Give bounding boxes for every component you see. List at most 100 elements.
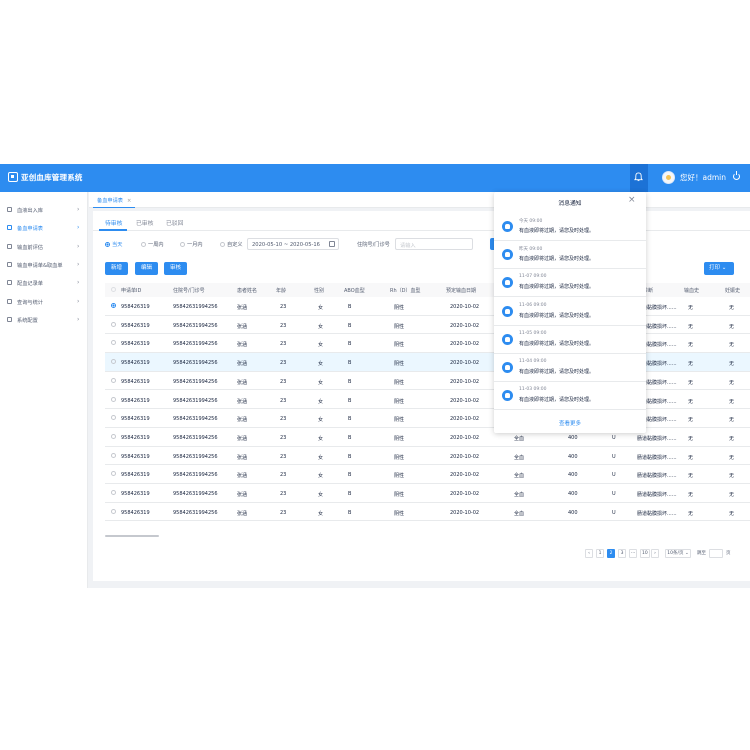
table-cell: 23 (280, 322, 287, 329)
table-cell: 无 (729, 417, 735, 424)
database-icon (7, 207, 12, 212)
row-select-radio[interactable] (111, 415, 116, 421)
row-select-radio[interactable] (111, 303, 116, 308)
column-header: 输血史 (684, 288, 700, 294)
notification-item[interactable]: 11-06 09:00 有血液即将过期，请您及时处理。 (494, 298, 646, 326)
row-select-radio[interactable] (111, 452, 116, 458)
chevron-right-icon: › (77, 260, 80, 268)
table-row[interactable]: 958426319 95842631994256 张涵 23 女 B 阴性 2020-10-0… (105, 484, 750, 503)
tab-pending[interactable]: 待审核 (105, 218, 122, 227)
calendar-icon[interactable] (329, 241, 335, 247)
sidebar-item[interactable]: 查询与统计 › (0, 293, 88, 311)
sidebar-item[interactable]: 备血申请表 › (0, 219, 88, 237)
table-cell: 2020-10-02 (450, 453, 480, 460)
page-3[interactable]: 3 (618, 549, 626, 558)
page-ellipsis[interactable]: ··· (629, 549, 638, 558)
inpatient-input[interactable]: 请输入 (395, 238, 473, 250)
print-button[interactable]: 打印 ⌄ (704, 262, 734, 275)
row-select-radio[interactable] (111, 340, 116, 346)
table-cell: 2020-10-02 (450, 472, 480, 479)
avatar[interactable] (662, 171, 675, 184)
table-row[interactable]: 958426319 95842631994256 张涵 23 女 B 阴性 2020-10-0… (105, 465, 750, 484)
sidebar-item[interactable]: 系统配置 › (0, 311, 88, 329)
view-more-link[interactable]: 查看更多 (494, 419, 646, 427)
page-1[interactable]: 1 (596, 549, 604, 558)
notification-item[interactable]: 今天 09:00 有血液即将过期，请您及时处理。 (494, 213, 646, 241)
main-panel: 待审核 已审核 已驳回 当天 一周内 一月内 自定义 2020-05-10 ~ … (93, 211, 750, 581)
notification-item[interactable]: 昨天 09:00 有血液即将过期，请您及时处理。 (494, 241, 646, 270)
data-table: 申请单ID 住院号/门诊号 患者姓名 年龄 性别 ABO血型 Rh（D）血型 预定输血日期 输血… (105, 283, 750, 533)
sidebar-item[interactable]: 配血记录单 › (0, 274, 88, 292)
table-cell: 2020-10-02 (450, 416, 480, 423)
table-cell: 肠道黏膜损坏...... (637, 473, 677, 480)
table-cell: 无 (729, 305, 735, 311)
table-cell: 女 (318, 361, 324, 368)
row-select-radio[interactable] (111, 396, 116, 402)
range-month-radio[interactable]: 一月内 (180, 241, 203, 248)
table-cell: 23 (280, 434, 287, 441)
table-row[interactable]: 958426319 95842631994256 张涵 23 女 B 阴性 2020-10-0… (105, 316, 750, 335)
page-tab-blood-prep[interactable]: 备血申请表 × (93, 194, 136, 208)
table-row[interactable]: 958426319 95842631994256 张涵 23 女 B 阴性 2020-10-0… (105, 428, 750, 447)
table-row[interactable]: 958426319 95842631994256 张涵 23 女 B 阴性 2020-10-0… (105, 447, 750, 466)
notification-item[interactable]: 11-07 09:00 有血液即将过期，请您及时处理。 (494, 269, 646, 298)
review-button[interactable]: 审核 (164, 262, 187, 275)
range-today-radio[interactable]: 当天 (105, 241, 122, 248)
page-size-select[interactable]: 10条/页 ⌄ (665, 549, 691, 558)
next-page-button[interactable]: › (651, 549, 659, 558)
page-10[interactable]: 10 (640, 549, 650, 558)
table-row[interactable]: 958426319 9584263199425​6 张涵 23 女 B 阴性 2020-10-… (105, 297, 750, 316)
row-select-radio[interactable] (111, 377, 116, 383)
user-greeting[interactable]: 您好！admin (680, 172, 726, 183)
table-cell: 95842631994256 (173, 491, 218, 497)
table-cell: 阴性 (394, 435, 405, 442)
table-cell: 女 (318, 435, 324, 442)
horizontal-scrollbar[interactable] (105, 535, 159, 537)
table-row[interactable]: 958426319 95842631994256 张涵 23 女 B 阴性 2020-10-0… (105, 372, 750, 391)
select-all-radio[interactable] (111, 287, 116, 292)
document-icon (7, 261, 12, 267)
table-row[interactable]: 958426319 95842631994256 张涵 23 女 B 阴性 2020-10-0… (105, 391, 750, 410)
add-button[interactable]: 新增 (105, 262, 128, 275)
notification-item[interactable]: 11-04 09:00 有血液即将过期，请您及时处理。 (494, 354, 646, 382)
range-week-radio[interactable]: 一周内 (141, 241, 164, 248)
edit-button[interactable]: 编辑 (135, 262, 158, 275)
page-2[interactable]: 2 (607, 549, 615, 558)
close-icon[interactable]: × (127, 198, 131, 204)
close-icon[interactable]: × (628, 195, 636, 205)
row-select-radio[interactable] (111, 359, 116, 365)
sidebar-item[interactable]: 血液出入库 › (0, 201, 88, 219)
table-cell: 无 (729, 473, 735, 480)
tab-rejected[interactable]: 已驳回 (166, 218, 183, 227)
table-row[interactable]: 958426319 95842631994256 张涵 23 女 B 阴性 2020-10-0… (105, 334, 750, 354)
tab-approved[interactable]: 已审核 (136, 218, 153, 227)
sidebar-item[interactable]: 输血申请单&取血单 › (0, 256, 88, 274)
prev-page-button[interactable]: ‹ (585, 549, 593, 558)
table-row[interactable]: 958426319 95842631994256 张涵 23 女 B 阴性 2020-10-0… (105, 353, 750, 372)
row-select-radio[interactable] (111, 321, 116, 327)
bell-icon[interactable] (634, 172, 643, 182)
range-custom-radio[interactable]: 自定义 (220, 241, 243, 248)
table-cell: 女 (318, 342, 324, 349)
row-select-radio[interactable] (111, 490, 116, 495)
goto-input[interactable] (709, 549, 723, 558)
row-select-radio[interactable] (111, 508, 116, 514)
notification-message: 有血液即将过期，请您及时处理。 (519, 397, 595, 404)
table-cell: 无 (688, 435, 694, 442)
bell-icon (502, 333, 513, 345)
table-cell: 95842631994256 (173, 397, 218, 404)
table-row[interactable]: 958426319 95842631994256 张涵 23 女 B 阴性 2020-10-0… (105, 503, 750, 522)
logout-icon[interactable] (733, 171, 740, 180)
notification-item[interactable]: 11-03 09:00 有血液即将过期，请您及时处理。 (494, 382, 646, 411)
table-row[interactable]: 958426319 95842631994256 张涵 23 女 B 阴性 2020-10-0… (105, 409, 750, 428)
date-to: 2020-05-16 (289, 242, 320, 248)
goto-label: 跳至 (697, 551, 706, 556)
notification-item[interactable]: 11-05 09:00 有血液即将过期，请您及时处理。 (494, 326, 646, 354)
logo-icon (8, 172, 18, 182)
sidebar-item[interactable]: 输血前评估 › (0, 238, 88, 256)
date-range-picker[interactable]: 2020-05-10 ~ 2020-05-16 (247, 238, 339, 250)
table-cell: B (348, 397, 352, 404)
row-select-radio[interactable] (111, 471, 116, 477)
table-cell: B (348, 453, 352, 460)
row-select-radio[interactable] (111, 433, 116, 439)
